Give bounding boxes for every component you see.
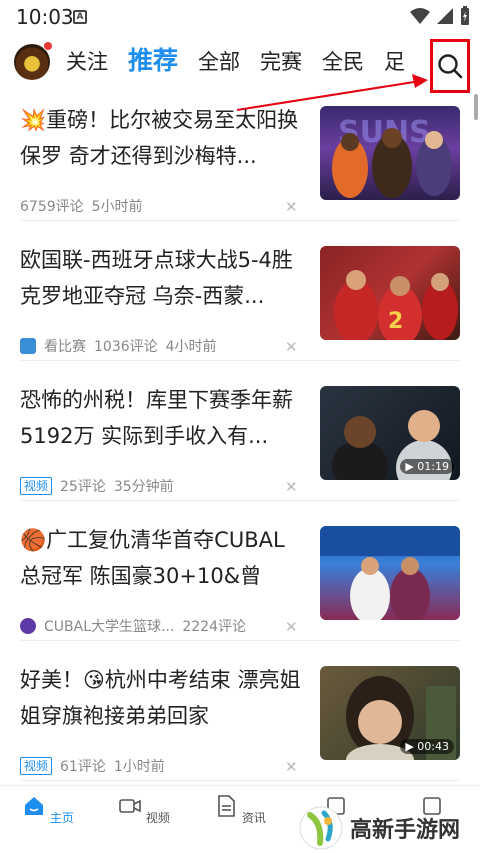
bottom-nav-video[interactable]: 视频	[114, 794, 174, 826]
thumbnail[interactable]: 2	[320, 246, 460, 340]
watermark-logo-icon	[299, 806, 343, 850]
divider	[20, 220, 460, 221]
cubal-logo-icon	[20, 618, 36, 634]
article-title[interactable]: 恐怖的州税！库里下赛季年薪5192万 实际到手收入有...	[20, 382, 302, 454]
article-title[interactable]: 好美！😘杭州中考结束 漂亮姐姐穿旗袍接弟弟回家	[20, 662, 302, 734]
video-tag: 视频	[20, 757, 53, 775]
article-title[interactable]: 💥重磅！比尔被交易至太阳换保罗 奇才还得到沙梅特...	[20, 102, 302, 174]
signal-icon	[437, 8, 453, 24]
status-bar: 10:03 A	[0, 0, 480, 34]
divider	[20, 500, 460, 501]
status-time: 10:03	[16, 5, 74, 29]
video-duration: ▶ 00:43	[400, 739, 454, 754]
list-item[interactable]: 欧国联-西班牙点球大战5-4胜克罗地亚夺冠 乌奈-西蒙... 看比赛 1036评…	[0, 232, 480, 370]
source-icon	[20, 338, 36, 354]
list-item[interactable]: 💥重磅！比尔被交易至太阳换保罗 奇才还得到沙梅特... 6759评论 5小时前 …	[0, 92, 480, 230]
article-meta: 6759评论 5小时前	[20, 196, 143, 216]
article-meta: 看比赛 1036评论 4小时前	[20, 336, 217, 356]
tab-public[interactable]: 全民	[322, 35, 364, 90]
tab-football[interactable]: 足	[384, 35, 405, 90]
search-button[interactable]	[430, 39, 470, 93]
video-thumbnail[interactable]: ▶ 00:43	[320, 666, 460, 760]
tab-follow[interactable]: 关注	[66, 35, 108, 90]
news-document-icon	[218, 795, 235, 817]
dismiss-icon[interactable]: ✕	[285, 478, 298, 496]
list-item[interactable]: 好美！😘杭州中考结束 漂亮姐姐穿旗袍接弟弟回家 视频 61评论 1小时前 ✕ ▶…	[0, 652, 480, 790]
top-nav: 关注 推荐 全部 完赛 全民足	[0, 34, 480, 93]
video-thumbnail[interactable]: ▶ 01:19	[320, 386, 460, 480]
bottom-nav-news[interactable]: 资讯	[210, 794, 270, 826]
status-icons	[410, 6, 470, 26]
publish-time: 4小时前	[165, 339, 217, 355]
basketball-emoji: 🏀	[20, 528, 47, 552]
article-meta: 视频 25评论 35分钟前	[20, 476, 174, 496]
divider	[20, 360, 460, 361]
home-icon	[25, 797, 44, 815]
cubal-final-image	[320, 526, 460, 620]
explosion-emoji: 💥	[20, 108, 47, 132]
suns-players-image: SUNS	[332, 115, 452, 198]
channel-tabs: 关注 推荐 全部 完赛 全民足	[66, 34, 426, 90]
dismiss-icon[interactable]: ✕	[285, 758, 298, 776]
source-name: 看比赛	[44, 339, 86, 355]
article-meta: CUBAL大学生篮球... 2224评论	[20, 616, 246, 636]
dismiss-icon[interactable]: ✕	[285, 338, 298, 356]
tab-all[interactable]: 全部	[198, 35, 240, 90]
publish-time: 5小时前	[91, 199, 143, 215]
video-duration: ▶ 01:19	[400, 459, 454, 474]
tab-recommend[interactable]: 推荐	[128, 34, 178, 90]
article-title[interactable]: 欧国联-西班牙点球大战5-4胜克罗地亚夺冠 乌奈-西蒙...	[20, 242, 302, 314]
wifi-icon	[410, 8, 430, 24]
battery-icon	[461, 6, 469, 25]
dismiss-icon[interactable]: ✕	[285, 198, 298, 216]
comment-count: 6759评论	[20, 199, 84, 215]
comment-count: 25评论	[60, 479, 106, 495]
divider	[20, 780, 460, 781]
notification-a-icon: A	[73, 10, 87, 24]
publish-time: 35分钟前	[113, 479, 174, 495]
comment-count: 1036评论	[94, 339, 158, 355]
dismiss-icon[interactable]: ✕	[285, 618, 298, 636]
bottom-nav-home[interactable]: 主页	[18, 794, 78, 826]
video-tag: 视频	[20, 477, 53, 495]
list-item[interactable]: 恐怖的州税！库里下赛季年薪5192万 实际到手收入有... 视频 25评论 35…	[0, 372, 480, 510]
spain-team-image: 2	[334, 270, 458, 340]
divider	[20, 640, 460, 641]
source-name: CUBAL大学生篮球...	[44, 619, 175, 635]
article-meta: 视频 61评论 1小时前	[20, 756, 165, 776]
avatar[interactable]	[14, 41, 53, 80]
search-icon	[438, 54, 463, 79]
list-item[interactable]: 🏀广工复仇清华首夺CUBAL总冠军 陈国豪30+10&曾煜... CUBAL大学…	[0, 512, 480, 650]
article-title[interactable]: 🏀广工复仇清华首夺CUBAL总冠军 陈国豪30+10&曾煜...	[20, 522, 302, 594]
tab-finished[interactable]: 完赛	[260, 35, 302, 90]
watermark: 高新手游网	[298, 805, 460, 851]
comment-count: 61评论	[60, 759, 106, 775]
video-camera-icon	[119, 799, 141, 813]
comment-count: 2224评论	[182, 619, 246, 635]
thumbnail[interactable]	[320, 526, 460, 620]
publish-time: 1小时前	[113, 759, 165, 775]
notification-dot	[43, 41, 53, 51]
svg-text:2: 2	[388, 309, 403, 334]
thumbnail[interactable]: SUNS	[320, 106, 460, 200]
